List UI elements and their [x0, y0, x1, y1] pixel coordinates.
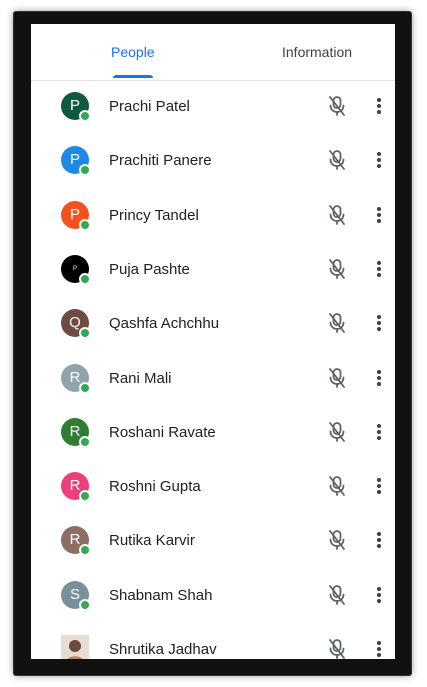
- avatar: P: [61, 146, 91, 177]
- participant-row[interactable]: R Roshani Ravate: [31, 408, 395, 462]
- avatar: R: [61, 417, 91, 448]
- avatar-initial: P: [69, 97, 80, 114]
- avatar-initial: P: [72, 265, 77, 272]
- mic-off-icon[interactable]: [326, 203, 348, 227]
- more-vert-icon[interactable]: [374, 420, 384, 444]
- participant-name: Roshni Gupta: [109, 478, 201, 496]
- more-vert-icon[interactable]: [374, 311, 384, 335]
- participant-name: Puja Pashte: [109, 260, 190, 278]
- avatar-initial: R: [69, 531, 81, 549]
- mic-off-icon[interactable]: [326, 148, 348, 172]
- avatar-initial: R: [69, 368, 81, 386]
- participant-row[interactable]: S Shabnam Shah: [31, 571, 395, 625]
- mic-off-icon[interactable]: [326, 420, 348, 444]
- avatar: R: [61, 526, 91, 557]
- profile-photo-icon: [61, 635, 89, 659]
- avatar-initial: P: [69, 151, 80, 169]
- participant-row[interactable]: P Puja Pashte: [31, 245, 395, 299]
- mic-off-icon[interactable]: [326, 583, 348, 607]
- participant-name: Roshani Ravate: [109, 423, 216, 441]
- participant-row[interactable]: R Rani Mali: [31, 354, 395, 408]
- participants-screen: People Information P Prachi Patel P Prachit…: [31, 24, 395, 659]
- avatar: R: [61, 472, 91, 503]
- avatar: S: [61, 580, 91, 611]
- more-vert-icon[interactable]: [374, 148, 384, 172]
- avatar-initial: P: [69, 205, 80, 223]
- online-status-dot: [79, 598, 91, 611]
- participant-name: Prachi Patel: [109, 98, 190, 115]
- participant-name: Shrutika Jadhav: [109, 641, 217, 658]
- participant-name: Shabnam Shah: [109, 586, 213, 604]
- participant-row[interactable]: R Roshni Gupta: [31, 462, 395, 516]
- participant-name: Rutika Karvir: [109, 532, 195, 550]
- online-status-dot: [79, 110, 91, 122]
- avatar: P: [61, 92, 91, 122]
- participant-name: Prachiti Panere: [109, 152, 212, 170]
- mic-off-icon[interactable]: [326, 637, 348, 659]
- online-status-dot: [79, 272, 91, 285]
- online-status-dot: [79, 381, 91, 394]
- more-vert-icon[interactable]: [374, 528, 384, 552]
- participant-name: Princy Tandel: [109, 206, 199, 224]
- mic-off-icon[interactable]: [326, 366, 348, 390]
- tab-people[interactable]: People: [111, 44, 155, 60]
- tab-indicator: [113, 75, 153, 78]
- mic-off-icon[interactable]: [326, 474, 348, 498]
- more-vert-icon[interactable]: [374, 637, 384, 659]
- more-vert-icon[interactable]: [374, 474, 384, 498]
- online-status-dot: [79, 218, 91, 231]
- avatar: Q: [61, 309, 91, 340]
- avatar-initial: R: [69, 422, 81, 440]
- online-status-dot: [79, 435, 91, 448]
- online-status-dot: [79, 544, 91, 557]
- avatar: P: [61, 254, 91, 285]
- avatar: R: [61, 363, 91, 394]
- participant-name: Rani Mali: [109, 369, 172, 387]
- online-status-dot: [79, 327, 91, 340]
- more-vert-icon[interactable]: [374, 366, 384, 390]
- participant-row[interactable]: Q Qashfa Achchhu: [31, 299, 395, 353]
- avatar: [61, 635, 89, 659]
- avatar-initial: R: [69, 477, 81, 495]
- more-vert-icon[interactable]: [374, 583, 384, 607]
- mic-off-icon[interactable]: [326, 311, 348, 335]
- participant-row[interactable]: R Rutika Karvir: [31, 516, 395, 570]
- avatar-initial: S: [69, 585, 80, 603]
- participant-row[interactable]: P Princy Tandel: [31, 191, 395, 245]
- mic-off-icon[interactable]: [326, 528, 348, 552]
- participant-row[interactable]: P Prachi Patel: [31, 82, 395, 136]
- more-vert-icon[interactable]: [374, 257, 384, 281]
- online-status-dot: [79, 490, 91, 503]
- online-status-dot: [79, 164, 91, 177]
- mic-off-icon[interactable]: [326, 94, 348, 118]
- more-vert-icon[interactable]: [374, 94, 384, 118]
- participant-row[interactable]: P Prachiti Panere: [31, 136, 395, 190]
- participant-name: Qashfa Achchhu: [109, 315, 220, 333]
- participant-row[interactable]: Shrutika Jadhav: [31, 625, 395, 659]
- avatar: P: [61, 200, 91, 231]
- mic-off-icon[interactable]: [326, 257, 348, 281]
- tab-bar: People Information: [31, 24, 395, 81]
- more-vert-icon[interactable]: [374, 203, 384, 227]
- tab-information[interactable]: Information: [282, 44, 352, 60]
